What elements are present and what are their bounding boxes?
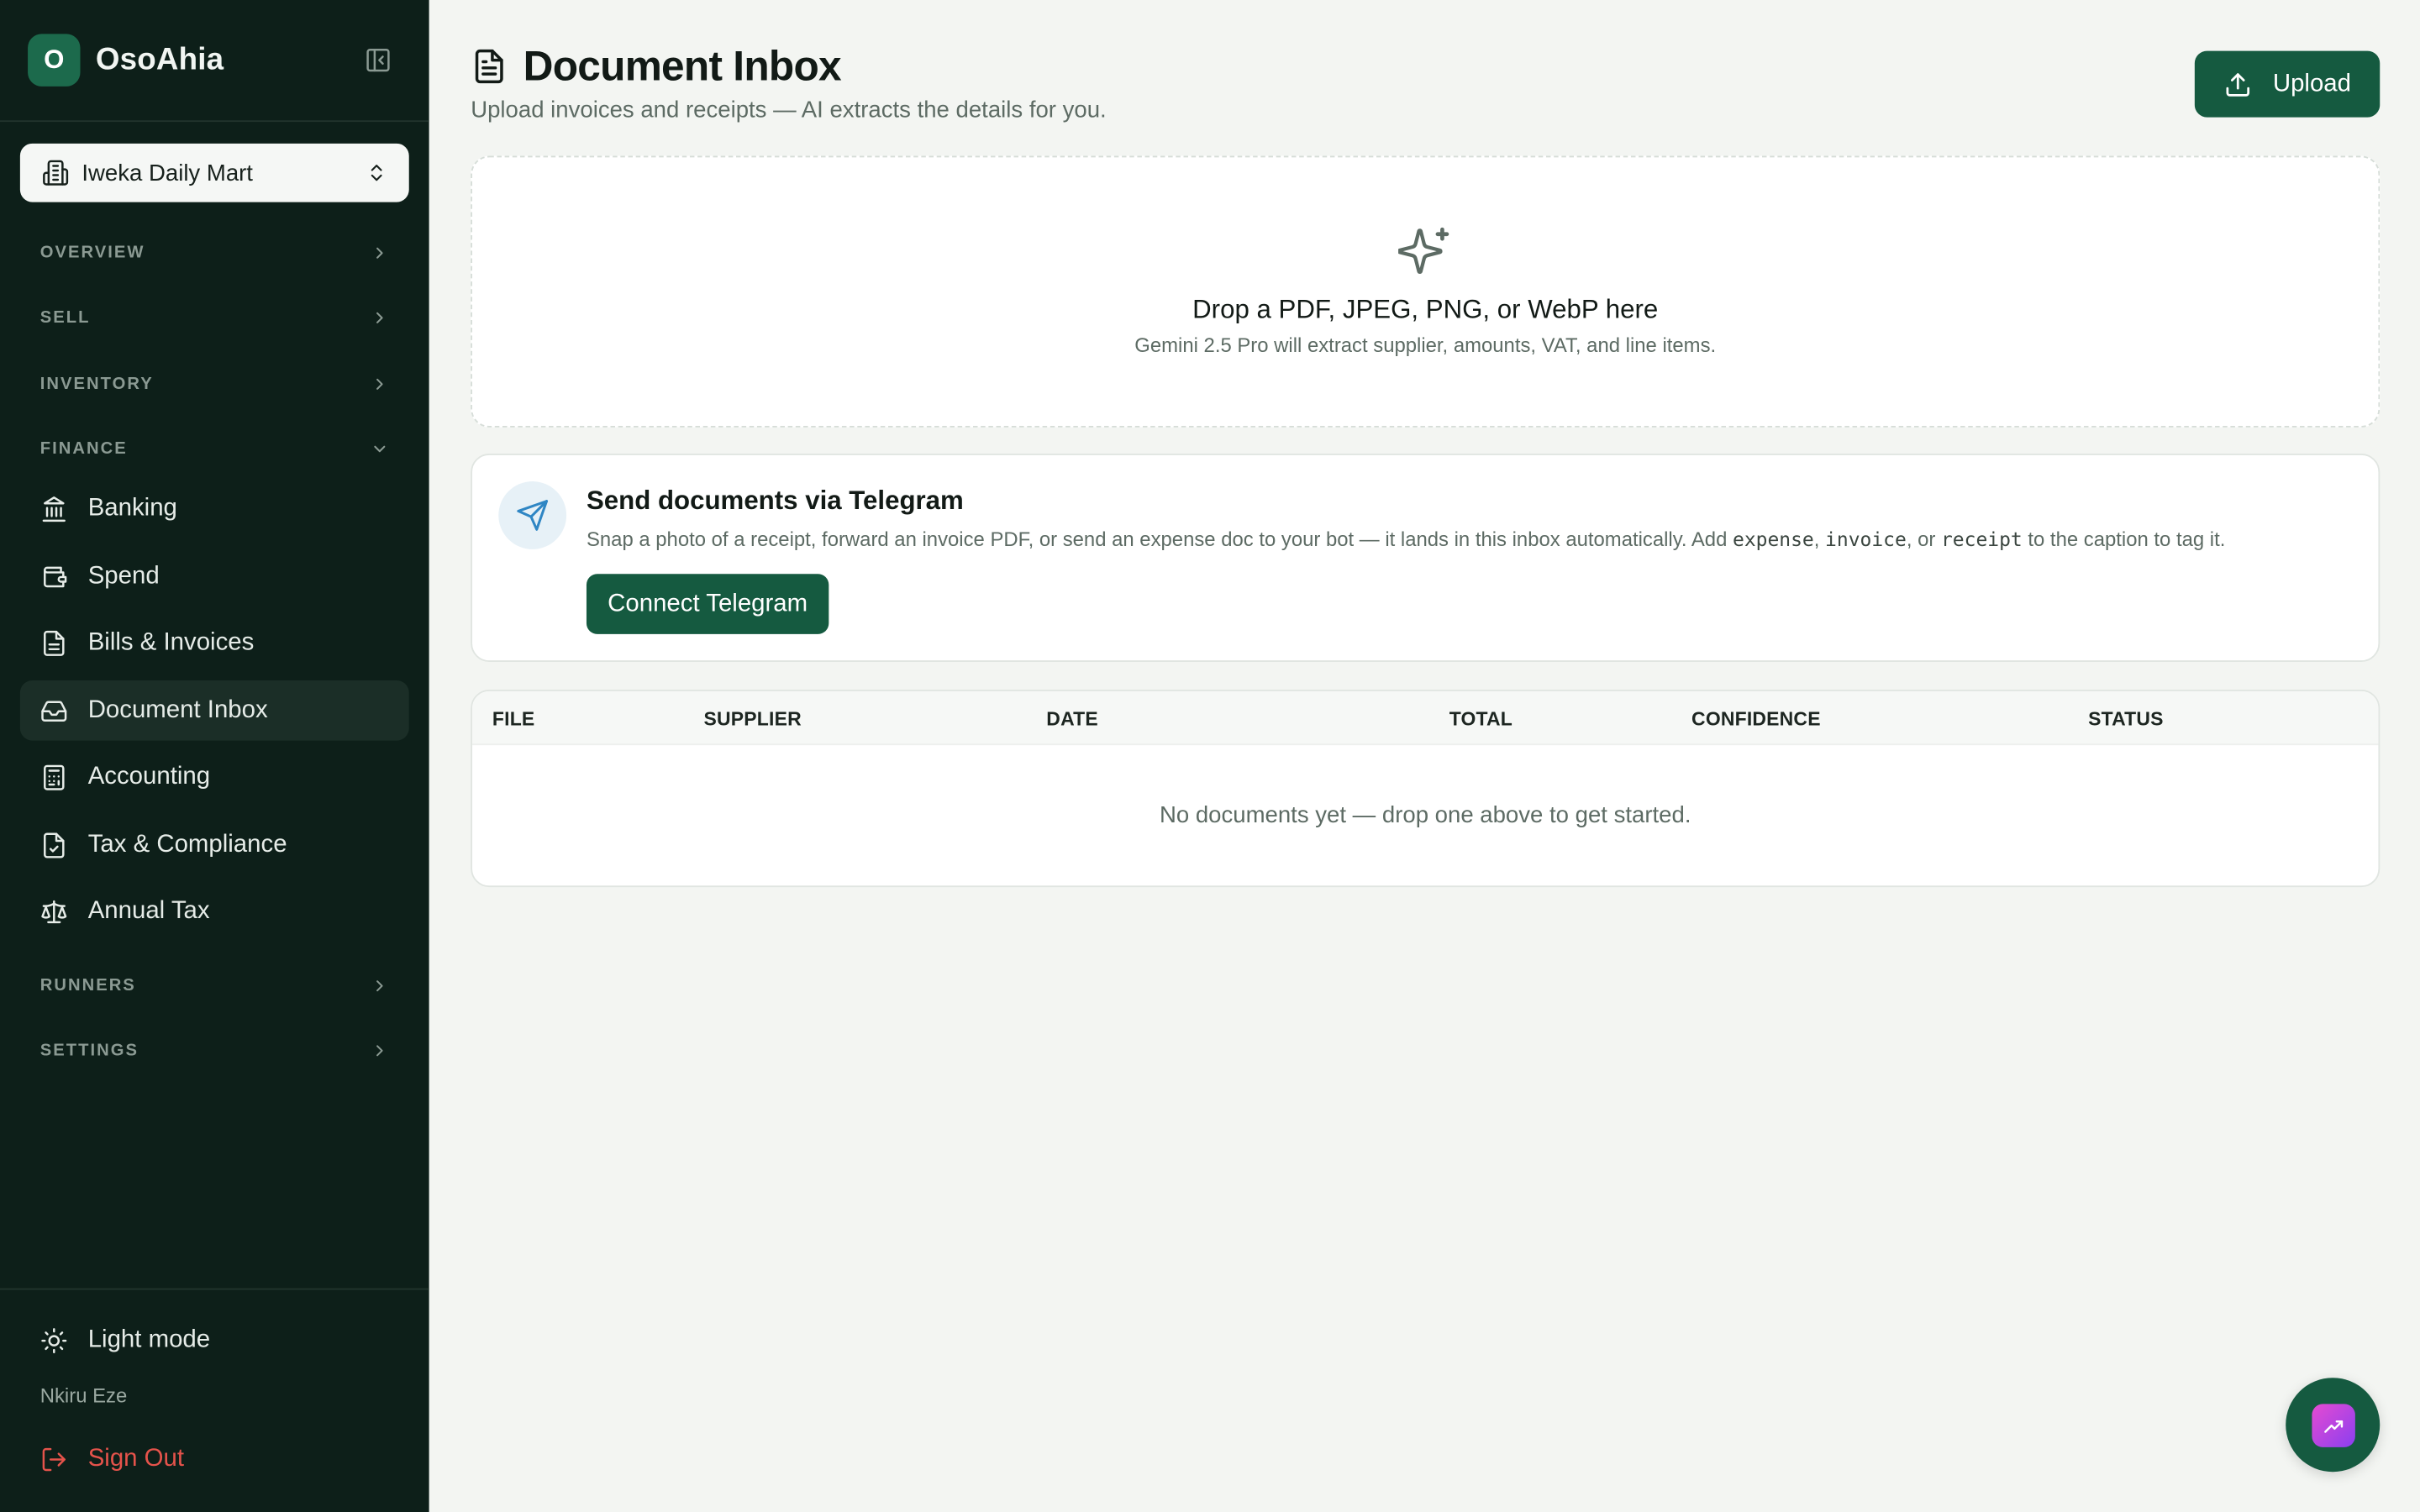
sidebar-item-accounting[interactable]: Accounting — [20, 747, 409, 807]
telegram-card: Send documents via Telegram Snap a photo… — [471, 454, 2381, 662]
store-selector[interactable]: Iweka Daily Mart — [19, 143, 409, 202]
page-subtitle: Upload invoices and receipts — AI extrac… — [471, 97, 1107, 123]
inbox-icon — [41, 700, 67, 722]
divider — [0, 1288, 429, 1290]
tag-invoice: invoice — [1825, 528, 1907, 551]
empty-state-message: No documents yet — drop one above to get… — [1159, 802, 1691, 829]
section-label: INVENTORY — [39, 375, 154, 394]
sidebar-item-document-inbox[interactable]: Document Inbox — [19, 680, 409, 741]
section-label: RUNNERS — [39, 976, 136, 995]
table-header: FILE SUPPLIER DATE TOTAL CONFIDENCE STAT… — [472, 690, 2379, 746]
section-finance[interactable]: FINANCE — [20, 428, 409, 470]
fab-badge — [2311, 1403, 2354, 1446]
sidebar-item-bills-invoices[interactable]: Bills & Invoices — [20, 612, 409, 673]
telegram-icon-badge — [498, 481, 567, 549]
sidebar-item-label: Banking — [87, 494, 177, 521]
brand-logo: O — [28, 34, 81, 87]
send-icon — [517, 500, 549, 531]
sidebar-item-annual-tax[interactable]: Annual Tax — [20, 881, 409, 942]
sidebar: O OsoAhia Iweka Daily Mart OVERVIEW SELL — [0, 0, 429, 1512]
sidebar-collapse-icon[interactable] — [364, 46, 392, 74]
column-header-total[interactable]: TOTAL — [1449, 708, 1512, 730]
main-content: Document Inbox Upload invoices and recei… — [429, 0, 2420, 1512]
file-text-icon — [475, 49, 503, 84]
log-out-icon — [42, 1446, 66, 1471]
bank-icon — [42, 496, 66, 522]
dropzone-subtitle: Gemini 2.5 Pro will extract supplier, am… — [1134, 333, 1717, 357]
section-label: SELL — [39, 308, 91, 328]
assistant-fab-button[interactable] — [2286, 1378, 2381, 1473]
section-label: OVERVIEW — [39, 244, 145, 263]
calculator-icon — [44, 764, 65, 790]
user-name: Nkiru Eze — [39, 1383, 128, 1408]
page-header: Document Inbox — [471, 42, 842, 89]
sidebar-item-label: Spend — [87, 562, 160, 589]
page-title: Document Inbox — [523, 42, 842, 89]
documents-table: FILE SUPPLIER DATE TOTAL CONFIDENCE STAT… — [471, 690, 2381, 888]
sparkles-icon — [1398, 227, 1449, 274]
column-header-status[interactable]: STATUS — [2088, 708, 2164, 730]
section-label: FINANCE — [39, 439, 128, 459]
column-header-date[interactable]: DATE — [1046, 708, 1098, 730]
section-runners[interactable]: RUNNERS — [20, 964, 409, 1007]
telegram-card-title: Send documents via Telegram — [586, 486, 964, 516]
chevron-right-icon — [376, 1045, 383, 1057]
sidebar-item-banking[interactable]: Banking — [20, 478, 409, 538]
tag-expense: expense — [1732, 528, 1814, 551]
tag-receipt: receipt — [1940, 528, 2023, 551]
sidebar-item-label: Document Inbox — [87, 696, 268, 723]
sign-out-button[interactable]: Sign Out — [20, 1429, 409, 1489]
chevron-right-icon — [376, 247, 383, 259]
chevron-right-icon — [376, 980, 383, 992]
scale-icon — [41, 899, 67, 923]
theme-toggle[interactable]: Light mode — [20, 1310, 409, 1370]
dropzone-title: Drop a PDF, JPEG, PNG, or WebP here — [1192, 294, 1659, 324]
chevron-right-icon — [376, 312, 383, 323]
trending-up-icon — [2323, 1420, 2343, 1432]
divider — [0, 120, 429, 123]
connect-telegram-button[interactable]: Connect Telegram — [586, 574, 829, 634]
sidebar-item-spend[interactable]: Spend — [20, 546, 409, 606]
upload-button-label: Upload — [2272, 70, 2351, 97]
brand[interactable]: O OsoAhia — [28, 34, 401, 87]
section-label: SETTINGS — [39, 1041, 139, 1060]
app-window: O OsoAhia Iweka Daily Mart OVERVIEW SELL — [0, 0, 2420, 1512]
file-dropzone[interactable]: Drop a PDF, JPEG, PNG, or WebP here Gemi… — [471, 155, 2381, 428]
section-settings[interactable]: SETTINGS — [20, 1029, 409, 1072]
section-overview[interactable]: OVERVIEW — [20, 232, 409, 275]
column-header-supplier[interactable]: SUPPLIER — [704, 708, 802, 730]
sun-icon — [41, 1327, 67, 1353]
sidebar-item-label: Tax & Compliance — [87, 831, 287, 858]
chevron-down-icon — [374, 445, 386, 453]
brand-name: OsoAhia — [95, 42, 224, 76]
chevron-right-icon — [376, 378, 383, 390]
column-header-confidence[interactable]: CONFIDENCE — [1691, 708, 1821, 730]
chevrons-up-down-icon — [371, 165, 382, 181]
theme-toggle-label: Light mode — [87, 1326, 211, 1352]
store-name: Iweka Daily Mart — [82, 160, 253, 186]
upload-button[interactable]: Upload — [2194, 50, 2381, 118]
receipt-icon — [44, 629, 65, 656]
sidebar-item-label: Annual Tax — [87, 897, 210, 924]
section-inventory[interactable]: INVENTORY — [20, 363, 409, 406]
building-icon — [43, 160, 69, 186]
sidebar-item-label: Bills & Invoices — [87, 628, 255, 655]
file-check-icon — [44, 832, 65, 858]
column-header-file[interactable]: FILE — [492, 708, 534, 730]
sign-out-label: Sign Out — [87, 1445, 185, 1472]
section-sell[interactable]: SELL — [20, 297, 409, 339]
wallet-icon — [44, 565, 67, 587]
telegram-card-description: Snap a photo of a receipt, forward an in… — [586, 528, 2226, 551]
sidebar-item-label: Accounting — [87, 763, 211, 790]
upload-icon — [2225, 72, 2249, 96]
sidebar-item-tax-compliance[interactable]: Tax & Compliance — [20, 815, 409, 875]
